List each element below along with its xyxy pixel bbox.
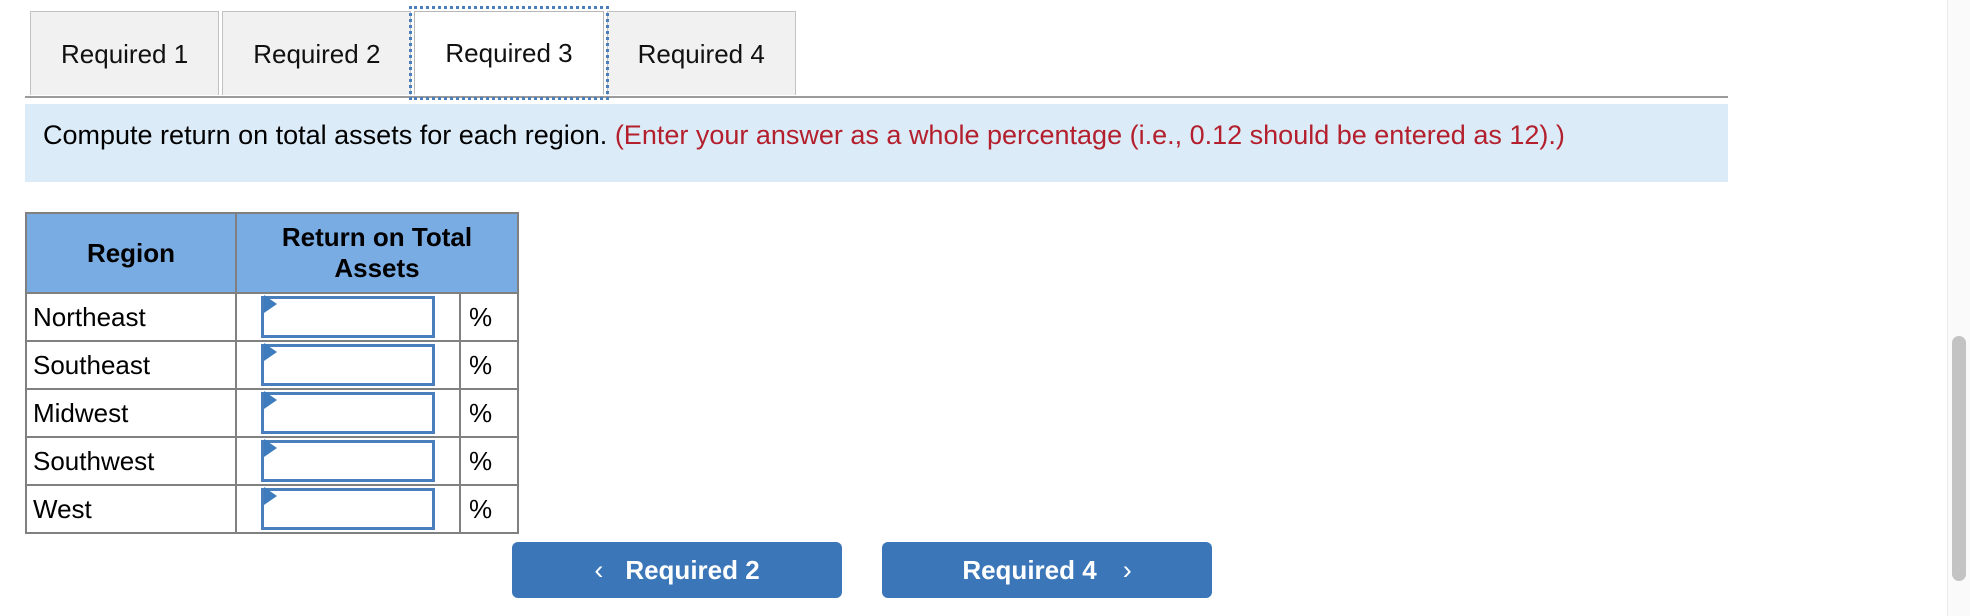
return-input-southeast[interactable] xyxy=(261,344,435,387)
return-input-cell xyxy=(236,340,460,391)
instruction-prompt: Compute return on total assets for each … xyxy=(43,120,615,150)
scrollbar-thumb[interactable] xyxy=(1952,336,1966,581)
table-body: Northeast % Southeast % Midwest % Southw… xyxy=(25,292,519,535)
tab-required-1[interactable]: Required 1 xyxy=(30,11,220,95)
field-wrapper xyxy=(261,391,435,435)
field-wrapper xyxy=(261,343,435,387)
percent-suffix: % xyxy=(459,388,519,439)
table-row: Southeast % xyxy=(25,340,519,391)
header-region: Region xyxy=(25,211,237,295)
requirement-tabs: Required 1 Required 2 Required 3 Require… xyxy=(0,0,1760,100)
previous-requirement-label: Required 2 xyxy=(625,554,760,585)
tab-required-4[interactable]: Required 4 xyxy=(606,11,796,95)
region-label: Southwest xyxy=(25,436,237,487)
tab-required-2[interactable]: Required 2 xyxy=(222,11,412,95)
return-input-west[interactable] xyxy=(261,488,435,531)
next-requirement-button[interactable]: Required 4 › xyxy=(882,542,1212,598)
requirement-navigation: ‹ Required 2 Required 4 › xyxy=(512,542,1212,598)
instruction-hint: (Enter your answer as a whole percentage… xyxy=(614,120,1565,150)
region-label: Southeast xyxy=(25,340,237,391)
tab-label: Required 2 xyxy=(253,38,381,69)
region-label: Northeast xyxy=(25,292,237,343)
return-input-northeast[interactable] xyxy=(261,296,435,339)
percent-suffix: % xyxy=(459,436,519,487)
tab-label: Required 3 xyxy=(445,38,573,68)
return-input-midwest[interactable] xyxy=(261,392,435,435)
table-row: Southwest % xyxy=(25,436,519,487)
tab-list: Required 1 Required 2 Required 3 Require… xyxy=(30,6,796,100)
tab-label: Required 1 xyxy=(61,38,189,69)
tab-required-3[interactable]: Required 3 xyxy=(409,6,609,100)
return-input-southwest[interactable] xyxy=(261,440,435,483)
page-root: Required 1 Required 2 Required 3 Require… xyxy=(0,0,1900,616)
previous-requirement-button[interactable]: ‹ Required 2 xyxy=(512,542,842,598)
chevron-left-icon: ‹ xyxy=(594,554,604,585)
table-head: Region Return on Total Assets xyxy=(25,211,519,295)
tab-label: Required 4 xyxy=(637,38,765,69)
table-row: Northeast % xyxy=(25,292,519,343)
header-return-on-total-assets: Return on Total Assets xyxy=(235,211,519,295)
table-row: Midwest % xyxy=(25,388,519,439)
next-requirement-label: Required 4 xyxy=(962,554,1097,585)
vertical-scrollbar[interactable] xyxy=(1947,0,1970,616)
return-on-assets-table: Region Return on Total Assets Northeast … xyxy=(25,211,519,535)
return-input-cell xyxy=(236,436,460,487)
percent-suffix: % xyxy=(459,340,519,391)
percent-suffix: % xyxy=(459,292,519,343)
region-label: West xyxy=(25,484,237,535)
percent-suffix: % xyxy=(459,484,519,535)
table-header-row: Region Return on Total Assets xyxy=(25,211,519,295)
chevron-right-icon: › xyxy=(1122,554,1132,585)
field-wrapper xyxy=(261,487,435,531)
tab-strip-divider xyxy=(25,96,1728,98)
instruction-banner: Compute return on total assets for each … xyxy=(25,104,1728,182)
field-wrapper xyxy=(261,295,435,339)
table-row: West % xyxy=(25,484,519,535)
region-label: Midwest xyxy=(25,388,237,439)
return-input-cell xyxy=(236,484,460,535)
field-wrapper xyxy=(261,439,435,483)
return-input-cell xyxy=(236,388,460,439)
return-input-cell xyxy=(236,292,460,343)
